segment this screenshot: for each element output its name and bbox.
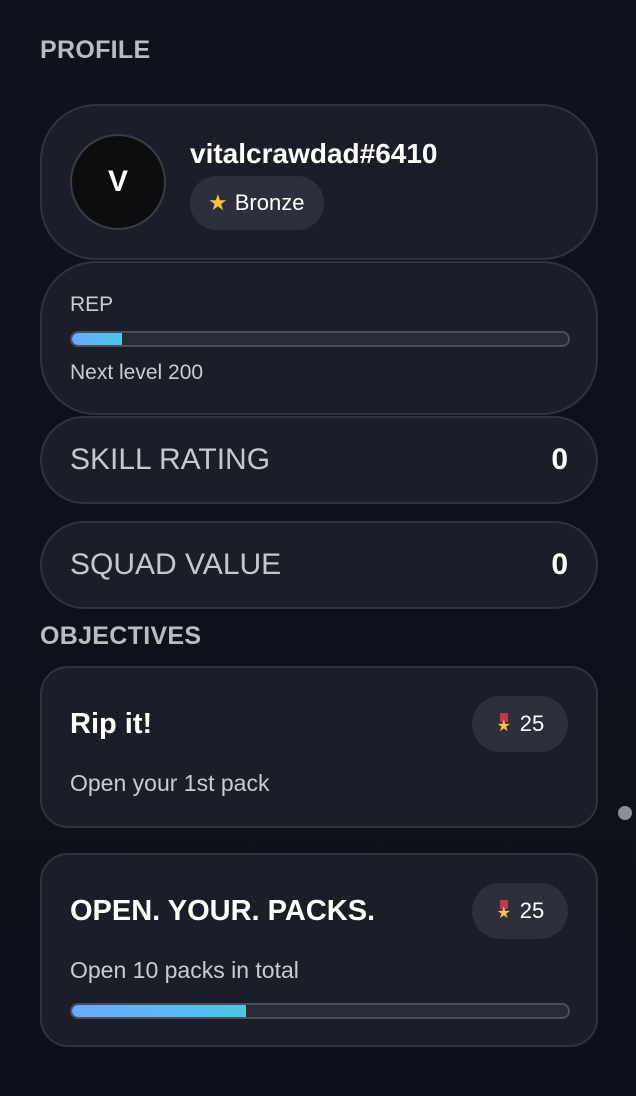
profile-section-title: PROFILE	[40, 36, 151, 64]
reward-badge: ★ 25	[472, 696, 568, 752]
rank-label: Bronze	[234, 190, 305, 215]
rep-progress-bar	[70, 331, 570, 347]
rep-label: REP	[70, 293, 114, 316]
skill-rating-card: SKILL RATING 0	[40, 416, 598, 504]
objective-title: OPEN. YOUR. PACKS.	[70, 895, 376, 927]
objective-card[interactable]: Rip it! ★ 25 Open your 1st pack	[40, 666, 598, 828]
rank-badge: ★ Bronze	[190, 176, 325, 230]
skill-rating-value: 0	[551, 443, 568, 476]
objective-card[interactable]: OPEN. YOUR. PACKS. ★ 25 Open 10 packs in…	[40, 853, 598, 1047]
profile-panel: PROFILE V vitalcrawdad#6410 ★ Bronze REP…	[0, 0, 636, 1096]
skill-rating-label: SKILL RATING	[70, 443, 271, 476]
squad-value-card: SQUAD VALUE 0	[40, 521, 598, 609]
objective-description: Open 10 packs in total	[70, 957, 299, 983]
rep-card: REP Next level 200	[40, 261, 598, 415]
avatar[interactable]: V	[70, 134, 166, 230]
objective-progress-fill	[72, 1005, 246, 1017]
scroll-indicator[interactable]	[618, 806, 632, 820]
username: vitalcrawdad#6410	[190, 138, 438, 169]
star-icon: ★	[208, 190, 228, 215]
objective-progress-bar	[70, 1003, 570, 1019]
rep-next-level: Next level 200	[70, 361, 204, 384]
medal-icon: ★	[496, 713, 512, 735]
squad-value-label: SQUAD VALUE	[70, 548, 282, 581]
objective-title: Rip it!	[70, 708, 153, 740]
avatar-initial: V	[107, 165, 128, 198]
objectives-section-title: OBJECTIVES	[40, 622, 202, 650]
medal-icon: ★	[496, 900, 512, 922]
squad-value-value: 0	[551, 548, 568, 581]
rep-progress-fill	[72, 333, 122, 345]
objective-description: Open your 1st pack	[70, 770, 270, 796]
reward-badge: ★ 25	[472, 883, 568, 939]
reward-value: 25	[519, 711, 545, 736]
reward-value: 25	[519, 898, 545, 923]
profile-card[interactable]: V vitalcrawdad#6410 ★ Bronze	[40, 104, 598, 260]
